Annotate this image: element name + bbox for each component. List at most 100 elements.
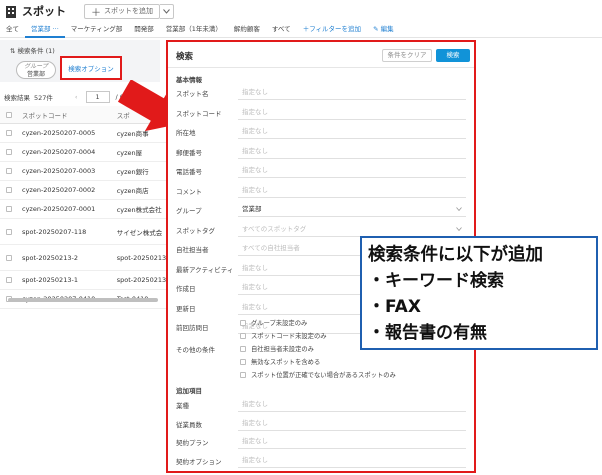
field-row: グループ 営業部 (168, 201, 474, 219)
add-spot-button[interactable]: ＋ スポットを追加 (84, 3, 160, 19)
option-checkbox[interactable] (240, 371, 246, 378)
chip-label: グループ (24, 63, 48, 70)
option-checkbox[interactable] (240, 332, 246, 339)
edit-link[interactable]: ✎ 編集 (367, 22, 400, 38)
tab-sales[interactable]: 営業部 ··· (25, 22, 65, 38)
field-label: コメント (176, 187, 202, 196)
field-label: 電話番号 (176, 168, 202, 176)
table-row[interactable]: cyzen-20250207-0001 cyzen株式会社 (0, 200, 170, 219)
field-input[interactable]: すべてのスポットタグ (238, 222, 466, 237)
select-all-checkbox[interactable] (6, 111, 12, 118)
option-label: スポットコード未設定のみ (251, 333, 327, 340)
option-checkbox[interactable] (240, 358, 246, 365)
row-checkbox[interactable] (6, 206, 12, 212)
other-condition-option[interactable]: スポットコード未設定のみ (240, 330, 327, 341)
field-label: 作成日 (176, 285, 196, 293)
field-input[interactable]: 営業部 (238, 202, 466, 217)
table-row[interactable]: spot-20250213-2 spot-20250213-2 (0, 245, 170, 271)
row-code: cyzen-20250207-0003 (22, 167, 96, 175)
field-input[interactable]: 指定なし (238, 397, 466, 412)
search-conditions-title[interactable]: ⇅ 検索条件 (1) (10, 45, 55, 55)
table-row[interactable]: cyzen-20250207-0003 cyzen銀行 (0, 162, 170, 181)
filter-tabs: 全て 営業部 ··· マーケティング部 開発部 営業部（1年未満） 解約顧客 す… (0, 22, 602, 38)
page-title: スポット (22, 5, 66, 18)
row-name: cyzen屋 (116, 149, 143, 157)
option-checkbox[interactable] (240, 319, 246, 326)
row-checkbox[interactable] (6, 187, 12, 193)
field-value: 指定なし (242, 400, 268, 408)
tab-all[interactable]: 全て (0, 22, 25, 38)
row-code: spot-20250207-118 (22, 227, 87, 236)
row-name: cyzen銀行 (116, 168, 149, 176)
table-row[interactable]: cyzen-20250207-0002 cyzen商店 (0, 181, 170, 200)
group-condition-chip[interactable]: グループ 営業部 (16, 61, 56, 79)
other-condition-option[interactable]: グループ未設定のみ (240, 317, 307, 328)
row-code: cyzen-20250207-0005 (22, 129, 96, 137)
row-checkbox[interactable] (6, 130, 12, 136)
field-value: 指定なし (242, 185, 268, 194)
other-condition-option[interactable]: 無効なスポットを含める (240, 356, 320, 367)
row-name: cyzen商店 (116, 187, 149, 195)
page-number-input[interactable]: 1 (85, 91, 110, 103)
field-label: 所在地 (176, 129, 196, 137)
tab-cancelled[interactable]: 解約顧客 (228, 22, 266, 38)
field-input[interactable]: 指定なし (238, 105, 466, 120)
chevron-down-icon (456, 207, 462, 211)
row-checkbox[interactable] (6, 168, 12, 174)
building-icon (4, 4, 18, 18)
spot-table: スポットコード スポ cyzen-20250207-0005 cyzen商事 cy… (0, 106, 170, 309)
search-button[interactable]: 検索 (436, 49, 470, 62)
option-label: 無効なスポットを含める (251, 359, 321, 366)
row-code: cyzen-20250207-0001 (22, 205, 96, 213)
field-label: 業種 (176, 402, 189, 410)
field-input[interactable]: 指定なし (238, 163, 466, 178)
field-input[interactable]: 指定なし (238, 144, 466, 159)
plus-icon: ＋ (91, 7, 101, 19)
search-option-label: 検索オプション (68, 65, 114, 73)
other-condition-option[interactable]: 自社担当者未設定のみ (240, 343, 314, 354)
row-name: spot-20250213-2 (116, 253, 170, 262)
tab-marketing[interactable]: マーケティング部 (65, 22, 128, 38)
table-row[interactable]: cyzen-20250207-0004 cyzen屋 (0, 143, 170, 162)
field-input[interactable]: 指定なし (238, 416, 466, 431)
field-input[interactable]: 指定なし (238, 434, 466, 449)
table-row[interactable]: spot-20250213-1 spot-20250213-1 (0, 271, 170, 290)
results-count: 527件 (34, 94, 53, 102)
clear-conditions-button[interactable]: 条件をクリア (382, 49, 432, 62)
row-checkbox[interactable] (6, 149, 12, 155)
field-row: 電話番号 指定なし (168, 162, 474, 180)
tab-everything[interactable]: すべて (266, 22, 297, 38)
field-value: すべての自社担当者 (242, 244, 300, 252)
other-condition-option[interactable]: スポット位置が正確でない場合があるスポットのみ (240, 369, 396, 380)
field-input[interactable]: 指定なし (238, 85, 466, 100)
option-label: 自社担当者未設定のみ (251, 346, 314, 353)
field-input[interactable]: 指定なし (238, 453, 466, 468)
callout-item: ・FAX (368, 297, 421, 317)
table-row[interactable]: spot-20250207-118 サイゼン株式会 (0, 219, 170, 245)
header-spot-code[interactable]: スポットコード (22, 110, 117, 120)
field-value: 指定なし (242, 127, 268, 135)
row-checkbox[interactable] (6, 254, 12, 261)
field-value: 指定なし (242, 263, 268, 272)
field-value: 指定なし (242, 107, 268, 116)
tab-development[interactable]: 開発部 (128, 22, 160, 38)
row-code: spot-20250213-2 (22, 253, 78, 262)
field-value: すべてのスポットタグ (242, 224, 307, 233)
horizontal-scrollbar[interactable] (8, 298, 158, 302)
field-value: 指定なし (242, 166, 268, 174)
other-conditions-label: その他の条件 (176, 346, 215, 354)
field-value: 指定なし (242, 88, 268, 96)
add-filter-link[interactable]: ＋フィルターを追加 (297, 22, 367, 38)
search-option-link[interactable]: 検索オプション (60, 56, 122, 80)
row-checkbox[interactable] (6, 228, 12, 235)
field-value: 指定なし (242, 455, 268, 464)
field-input[interactable]: 指定なし (238, 183, 466, 198)
row-checkbox[interactable] (6, 277, 12, 283)
results-bar: 検索結果 527件 ‹ 1 / 6 (0, 90, 124, 104)
tab-sales-new[interactable]: 営業部（1年未満） (160, 22, 228, 38)
prev-page-button[interactable]: ‹ (75, 93, 78, 101)
add-spot-dropdown[interactable] (160, 3, 174, 19)
field-row: 所在地 指定なし (168, 123, 474, 141)
option-checkbox[interactable] (240, 345, 246, 352)
field-input[interactable]: 指定なし (238, 124, 466, 139)
